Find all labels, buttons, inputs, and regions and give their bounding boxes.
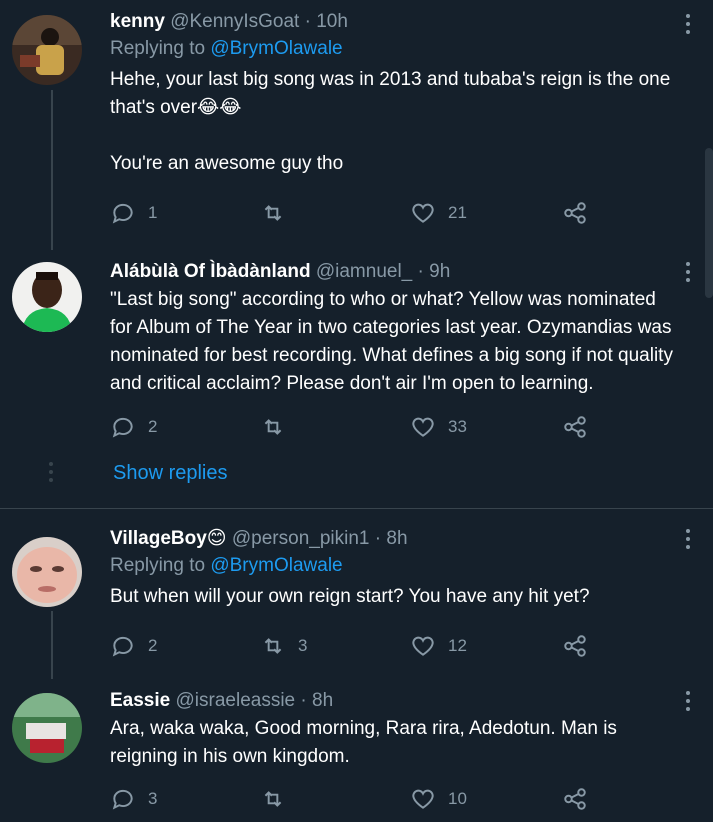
share-button[interactable] [562,412,588,442]
display-name[interactable]: VillageBoy😊 [110,528,227,549]
retweet-count: 3 [298,636,308,655]
tweet-text: Hehe, your last big song was in 2013 and… [110,66,673,178]
avatar[interactable] [12,537,82,607]
handle[interactable]: @iamnuel_ [316,261,412,282]
avatar[interactable] [12,693,82,763]
display-name[interactable]: Alábùlà Of Ìbàdànland [110,261,311,282]
tweet-header: Eassie @israeleassie · 8h [110,689,673,713]
like-button[interactable]: 33 [410,412,467,442]
tweet-header: kenny @KennyIsGoat · 10h [110,10,673,34]
like-button[interactable]: 12 [410,631,467,661]
timestamp[interactable]: · 10h [305,11,348,32]
tweet-text-line: You're an awesome guy tho [110,153,344,174]
retweet-icon [264,791,282,807]
thread-line [51,90,53,250]
tweet-header: VillageBoy😊 @person_pikin1 · 8h [110,527,673,551]
avatar[interactable] [12,15,82,85]
reply-icon [112,417,133,438]
share-icon [564,416,586,438]
retweet-button[interactable] [260,784,298,814]
timestamp[interactable]: · 8h [300,690,333,711]
like-button[interactable]: 21 [410,198,467,228]
tweet-header: Alábùlà Of Ìbàdànland @iamnuel_ · 9h [110,260,673,284]
share-button[interactable] [562,631,588,661]
share-icon [564,788,586,810]
retweet-icon [264,419,282,435]
show-replies-link[interactable]: Show replies [113,462,228,485]
tweet-text: Ara, waka waka, Good morning, Rara rira,… [110,715,673,771]
share-button[interactable] [562,784,588,814]
tweet-text: "Last big song" according to who or what… [110,286,673,398]
retweet-icon [264,638,282,654]
reply-icon [112,789,133,810]
retweet-button[interactable]: 3 [260,631,307,661]
like-count: 21 [448,203,467,222]
handle[interactable]: @israeleassie [176,690,296,711]
reply-button[interactable]: 2 [110,631,157,661]
timestamp[interactable]: · 8h [375,528,408,549]
replying-to-handle[interactable]: @BrymOlawale [210,555,342,576]
like-count: 10 [448,789,467,808]
thread-line [51,611,53,679]
heart-icon [412,789,434,809]
reply-icon [112,636,133,657]
share-button[interactable] [562,198,588,228]
reply-button[interactable]: 1 [110,198,157,228]
tweet-text-line: "Last big song" according to who or what… [110,289,673,394]
retweet-button[interactable] [260,412,298,442]
tweet-text: But when will your own reign start? You … [110,583,673,611]
replying-to-label: Replying to [110,38,206,59]
reply-button[interactable]: 2 [110,412,157,442]
thread-dots [49,462,53,486]
tweet-text-line: But when will your own reign start? You … [110,586,590,607]
tweet-text-line: Ara, waka waka, Good morning, Rara rira,… [110,718,617,767]
tweet-villageboy[interactable]: VillageBoy😊 @person_pikin1 · 8h Replying… [0,509,713,679]
handle[interactable]: @person_pikin1 [232,528,370,549]
heart-icon [412,203,434,223]
tweet-eassie[interactable]: Eassie @israeleassie · 8h Ara, waka waka… [0,679,713,822]
more-icon[interactable] [685,691,691,715]
avatar[interactable] [12,262,82,332]
share-icon [564,202,586,224]
display-name[interactable]: kenny [110,11,165,32]
tweet-text-line: Hehe, your last big song was in 2013 and… [110,69,671,118]
more-icon[interactable] [685,262,691,286]
retweet-icon [264,205,282,221]
replying-to: Replying to @BrymOlawale [110,553,673,579]
replying-to-label: Replying to [110,555,206,576]
tweet-kenny[interactable]: kenny @KennyIsGoat · 10h Replying to @Br… [0,0,713,250]
reply-count: 1 [148,203,158,222]
retweet-button[interactable] [260,198,298,228]
reply-count: 2 [148,636,158,655]
timestamp[interactable]: · 9h [418,261,451,282]
reply-icon [112,203,133,224]
tweet-alabula[interactable]: Alábùlà Of Ìbàdànland @iamnuel_ · 9h "La… [0,250,713,508]
heart-icon [412,636,434,656]
replying-to-handle[interactable]: @BrymOlawale [210,38,342,59]
share-icon [564,635,586,657]
reply-button[interactable]: 3 [110,784,157,814]
display-name[interactable]: Eassie [110,690,170,711]
like-count: 12 [448,636,467,655]
replying-to: Replying to @BrymOlawale [110,36,673,62]
like-count: 33 [448,417,467,436]
more-icon[interactable] [685,529,691,553]
reply-count: 3 [148,789,158,808]
reply-count: 2 [148,417,158,436]
handle[interactable]: @KennyIsGoat [170,11,299,32]
more-icon[interactable] [685,14,691,38]
like-button[interactable]: 10 [410,784,467,814]
heart-icon [412,417,434,437]
